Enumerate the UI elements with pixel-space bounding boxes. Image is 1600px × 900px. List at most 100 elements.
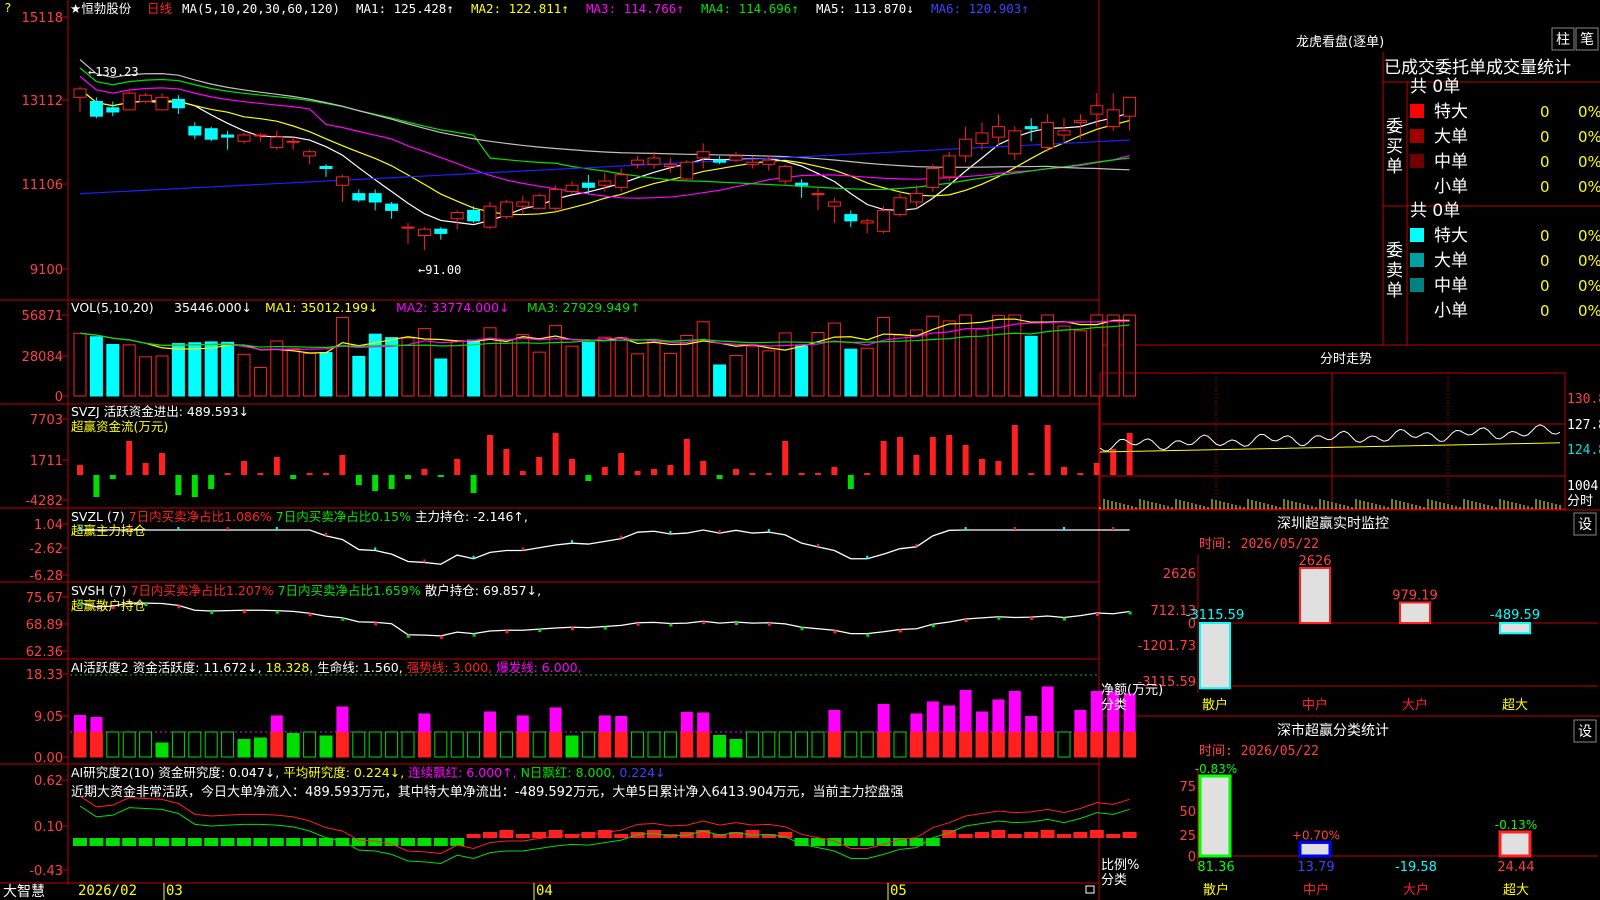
monitor-bar xyxy=(1199,622,1231,690)
volume-bar xyxy=(581,341,595,397)
ai-activity-bar xyxy=(581,731,595,758)
dragon-row-count: 0 xyxy=(1540,153,1550,171)
candle-body xyxy=(745,161,759,165)
candle-body xyxy=(762,159,776,165)
ai-activity-burst xyxy=(943,705,956,732)
ai-activity-bar xyxy=(893,731,907,758)
classify-category: 大户 xyxy=(1403,882,1429,898)
ai-activity-bar xyxy=(827,731,841,758)
svg-text:SVZL (7) 7日内买卖净占比1.086% 7日内买卖净: SVZL (7) 7日内买卖净占比1.086% 7日内买卖净占比0.15% 主力… xyxy=(71,509,528,524)
svzj-bar xyxy=(831,467,838,475)
candle-body xyxy=(417,228,431,237)
dragon-row-name: 特大 xyxy=(1434,226,1468,246)
ai-research-bar xyxy=(319,838,333,846)
svg-text:28084: 28084 xyxy=(22,350,63,365)
svg-text:130.8: 130.8 xyxy=(1567,392,1600,407)
svsh-tick xyxy=(1030,617,1034,621)
ai-activity-bar xyxy=(860,731,874,758)
svg-text:35446.000↓: 35446.000↓ xyxy=(174,300,252,315)
svzj-bar xyxy=(552,433,559,475)
volume-bar xyxy=(73,332,87,397)
ai-activity-bar xyxy=(1024,731,1038,758)
svzl-tick xyxy=(177,527,180,530)
svzl-tick xyxy=(866,555,869,559)
intraday-title: 分时走势 xyxy=(1320,351,1372,367)
candle-body xyxy=(631,159,645,165)
svg-text:62.36: 62.36 xyxy=(26,645,63,660)
svzj-bar xyxy=(470,475,477,493)
classify-value: 13.79 xyxy=(1297,860,1334,875)
svzj-bar xyxy=(569,459,575,475)
svsh-tick xyxy=(210,611,214,614)
dragon-row-name: 大单 xyxy=(1434,127,1468,147)
svg-text:设[interactable]: 设 xyxy=(1578,517,1592,533)
ai-research-bar xyxy=(466,834,481,838)
ai-activity-bar xyxy=(122,731,136,758)
candle-body xyxy=(877,209,891,232)
ai-activity-bar xyxy=(319,735,333,758)
svg-text:SVSH (7) 7日内买卖净占比1.207% 7日内买卖净: SVSH (7) 7日内买卖净占比1.207% 7日内买卖净占比1.659% 散… xyxy=(71,583,541,598)
ai-activity-bar xyxy=(549,731,563,758)
volume-bar xyxy=(319,352,333,397)
ai-research-bar xyxy=(843,838,858,846)
svzj-bar xyxy=(929,437,936,475)
candle-body xyxy=(122,92,136,111)
ai-activity-burst xyxy=(828,709,841,732)
candle-body xyxy=(1008,130,1022,155)
dragon-color-swatch xyxy=(1410,154,1424,168)
ai-activity-bar xyxy=(368,731,382,758)
svg-text:柱[interactable]: 柱 xyxy=(1556,32,1570,48)
svzj-bar xyxy=(700,461,707,475)
classify-bar xyxy=(1198,774,1232,858)
svg-text:-1201.73: -1201.73 xyxy=(1138,639,1196,654)
classify-bar xyxy=(1298,840,1332,858)
ai-activity-burst xyxy=(549,707,562,732)
svzj-bar xyxy=(716,475,723,479)
ai-activity-bar xyxy=(155,742,169,758)
candle-body xyxy=(1090,105,1104,115)
svg-text:1.04: 1.04 xyxy=(34,518,63,533)
svzj-bar xyxy=(847,475,854,489)
volume-bar xyxy=(860,347,874,397)
period-label: 日线 xyxy=(147,1,173,16)
dragon-side-label: 单 xyxy=(1386,281,1403,301)
classify-delta: -0.83% xyxy=(1195,762,1237,776)
candle-body xyxy=(483,205,497,228)
svg-text:笔[interactable]: 笔 xyxy=(1580,32,1594,48)
svzj-bar xyxy=(536,457,543,475)
ai-activity-bar xyxy=(237,739,251,758)
svzj-bar xyxy=(1093,463,1100,475)
candle-body xyxy=(467,209,481,222)
month-label: 04 xyxy=(536,883,553,899)
candle-body xyxy=(647,157,661,165)
dragon-row-name: 小单 xyxy=(1434,177,1468,197)
svsh-tick xyxy=(505,630,509,634)
ai-activity-bar xyxy=(1008,731,1022,758)
monitor-title: 深圳超赢实时监控 xyxy=(1277,515,1389,532)
dragon-row-count: 0 xyxy=(1540,252,1550,270)
ai-activity-bar xyxy=(614,731,628,758)
ai-research-bar xyxy=(975,832,989,838)
ma2-legend: MA2: 122.811↑ xyxy=(471,1,569,16)
ai-research-bar xyxy=(237,838,251,846)
ai-activity-bar xyxy=(975,731,989,758)
svzj-bar xyxy=(618,453,625,475)
ai-research-bar xyxy=(811,838,825,846)
svzj-bar xyxy=(880,441,887,475)
monitor-category: 超大 xyxy=(1502,698,1528,713)
ai-activity-bar xyxy=(991,731,1005,758)
candle-body xyxy=(155,96,169,111)
candle-body xyxy=(696,151,710,159)
svg-text:设[interactable]: 设 xyxy=(1578,724,1592,740)
svg-text:68.89: 68.89 xyxy=(26,618,63,633)
candle-body xyxy=(499,201,513,218)
ai-activity-bar xyxy=(221,731,235,758)
svg-text:124.8: 124.8 xyxy=(1567,443,1600,458)
stock-name: ★恒勃股份 xyxy=(70,1,132,16)
svzl-tick xyxy=(128,527,131,530)
svzl-tick xyxy=(1112,527,1115,530)
svg-text:18.33: 18.33 xyxy=(26,668,63,683)
ai-research-bar xyxy=(105,838,120,846)
svg-text:-4282: -4282 xyxy=(25,494,63,509)
svzj-bar xyxy=(749,473,756,475)
